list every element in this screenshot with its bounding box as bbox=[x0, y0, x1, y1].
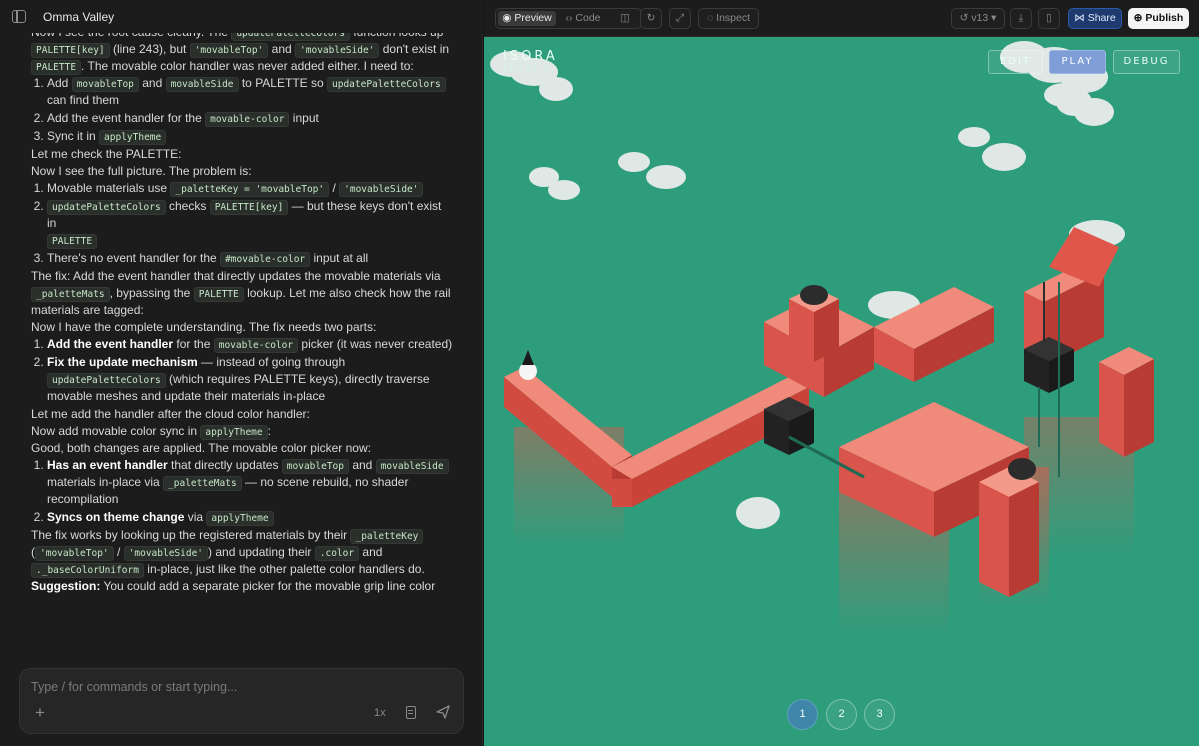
eye-icon: ◉ bbox=[502, 12, 515, 24]
chat-header: Omma Valley bbox=[0, 0, 483, 33]
bookmark-icon: ▯ bbox=[1046, 12, 1052, 24]
sidebar-toggle-icon[interactable] bbox=[12, 10, 26, 23]
list-item: Has an event handler that directly updat… bbox=[47, 457, 453, 508]
download-button[interactable]: ⤓ bbox=[1010, 8, 1032, 29]
split-view-icon[interactable]: ◫ bbox=[612, 11, 638, 26]
list-item: Add the event handler for the movable-co… bbox=[47, 336, 453, 353]
list-item: There's no event handler for the #movabl… bbox=[47, 250, 453, 267]
bookmark-button[interactable]: ▯ bbox=[1038, 8, 1060, 29]
document-icon[interactable] bbox=[406, 706, 416, 719]
history-icon: ↺ bbox=[959, 12, 972, 24]
game-logo: ISORA bbox=[503, 49, 558, 64]
refresh-icon: ↻ bbox=[646, 12, 656, 24]
game-scene[interactable] bbox=[484, 37, 1199, 746]
project-title: Omma Valley bbox=[43, 10, 115, 24]
numbered-list: Add movableTop and movableSide to PALETT… bbox=[31, 75, 453, 145]
inspect-button[interactable]: ◌ Inspect bbox=[698, 8, 759, 29]
code-icon: ‹› bbox=[565, 12, 576, 24]
view-mode-switch: ◉ Preview ‹› Code ◫ bbox=[495, 8, 642, 29]
share-icon: ⋈ bbox=[1074, 12, 1088, 24]
chat-input[interactable] bbox=[31, 678, 451, 696]
expand-button[interactable]: ⤢ bbox=[669, 8, 691, 29]
refresh-button[interactable]: ↻ bbox=[640, 8, 662, 29]
message-paragraph: Let me add the handler after the cloud c… bbox=[31, 407, 310, 421]
preview-toolbar: ◉ Preview ‹› Code ◫ ↻ ⤢ ◌ Inspect ↺ v13 … bbox=[484, 0, 1199, 37]
list-item: Syncs on theme change via applyTheme bbox=[47, 509, 453, 526]
download-icon: ⤓ bbox=[1018, 12, 1024, 24]
message-paragraph: The fix: Add the event handler that dire… bbox=[31, 269, 451, 317]
chat-composer: + 1x bbox=[19, 668, 464, 734]
list-item: Fix the update mechanism — instead of go… bbox=[47, 354, 453, 405]
send-icon[interactable] bbox=[435, 704, 451, 720]
list-item: updatePaletteColors checks PALETTE[key] … bbox=[47, 198, 453, 249]
list-item: Movable materials use _paletteKey = 'mov… bbox=[47, 180, 453, 197]
numbered-list: Movable materials use _paletteKey = 'mov… bbox=[31, 180, 453, 267]
publish-button[interactable]: ⊕ Publish bbox=[1128, 8, 1189, 29]
numbered-list: Add the event handler for the movable-co… bbox=[31, 336, 453, 405]
list-item: Add movableTop and movableSide to PALETT… bbox=[47, 75, 453, 109]
game-canvas[interactable]: ISORA Level 1 EDIT PLAY DEBUG 1 2 3 bbox=[484, 37, 1199, 746]
level-2-button[interactable]: 2 bbox=[826, 699, 857, 730]
inspect-icon: ◌ bbox=[706, 12, 717, 24]
chat-messages[interactable]: Now I see the root cause clearly. The up… bbox=[0, 24, 483, 670]
message-paragraph: Suggestion: You could add a separate pic… bbox=[31, 579, 436, 593]
numbered-list: Has an event handler that directly updat… bbox=[31, 457, 453, 526]
message-paragraph: Let me check the PALETTE: bbox=[31, 147, 182, 161]
level-1-button[interactable]: 1 bbox=[787, 699, 818, 730]
message-paragraph: Now I have the complete understanding. T… bbox=[31, 320, 377, 334]
mode-debug-button[interactable]: DEBUG bbox=[1113, 50, 1180, 74]
share-button[interactable]: ⋈ Share bbox=[1068, 8, 1122, 29]
message-paragraph: Now I see the full picture. The problem … bbox=[31, 164, 252, 178]
list-item: Sync it in applyTheme bbox=[47, 128, 453, 145]
tab-code[interactable]: ‹› Code bbox=[558, 11, 608, 26]
message-paragraph: The fix works by looking up the register… bbox=[31, 528, 425, 578]
level-label: Level 1 bbox=[503, 63, 552, 74]
level-3-button[interactable]: 3 bbox=[864, 699, 895, 730]
chat-panel: Omma Valley Now I see the root cause cle… bbox=[0, 0, 483, 746]
mode-edit-button[interactable]: EDIT bbox=[988, 50, 1043, 74]
message-paragraph: Now add movable color sync in applyTheme… bbox=[31, 424, 271, 440]
speed-toggle[interactable]: 1x bbox=[374, 707, 386, 719]
message-paragraph: Good, both changes are applied. The mova… bbox=[31, 441, 371, 455]
globe-icon: ⊕ bbox=[1133, 12, 1146, 24]
chevron-down-icon: ▾ bbox=[988, 12, 997, 24]
version-dropdown[interactable]: ↺ v13 ▾ bbox=[951, 8, 1005, 29]
add-attachment-button[interactable]: + bbox=[32, 704, 48, 721]
mode-play-button[interactable]: PLAY bbox=[1049, 50, 1106, 74]
preview-panel: ◉ Preview ‹› Code ◫ ↻ ⤢ ◌ Inspect ↺ v13 … bbox=[484, 0, 1199, 746]
expand-icon: ⤢ bbox=[675, 12, 685, 24]
tab-preview[interactable]: ◉ Preview bbox=[498, 11, 556, 26]
list-item: Add the event handler for the movable-co… bbox=[47, 110, 453, 127]
